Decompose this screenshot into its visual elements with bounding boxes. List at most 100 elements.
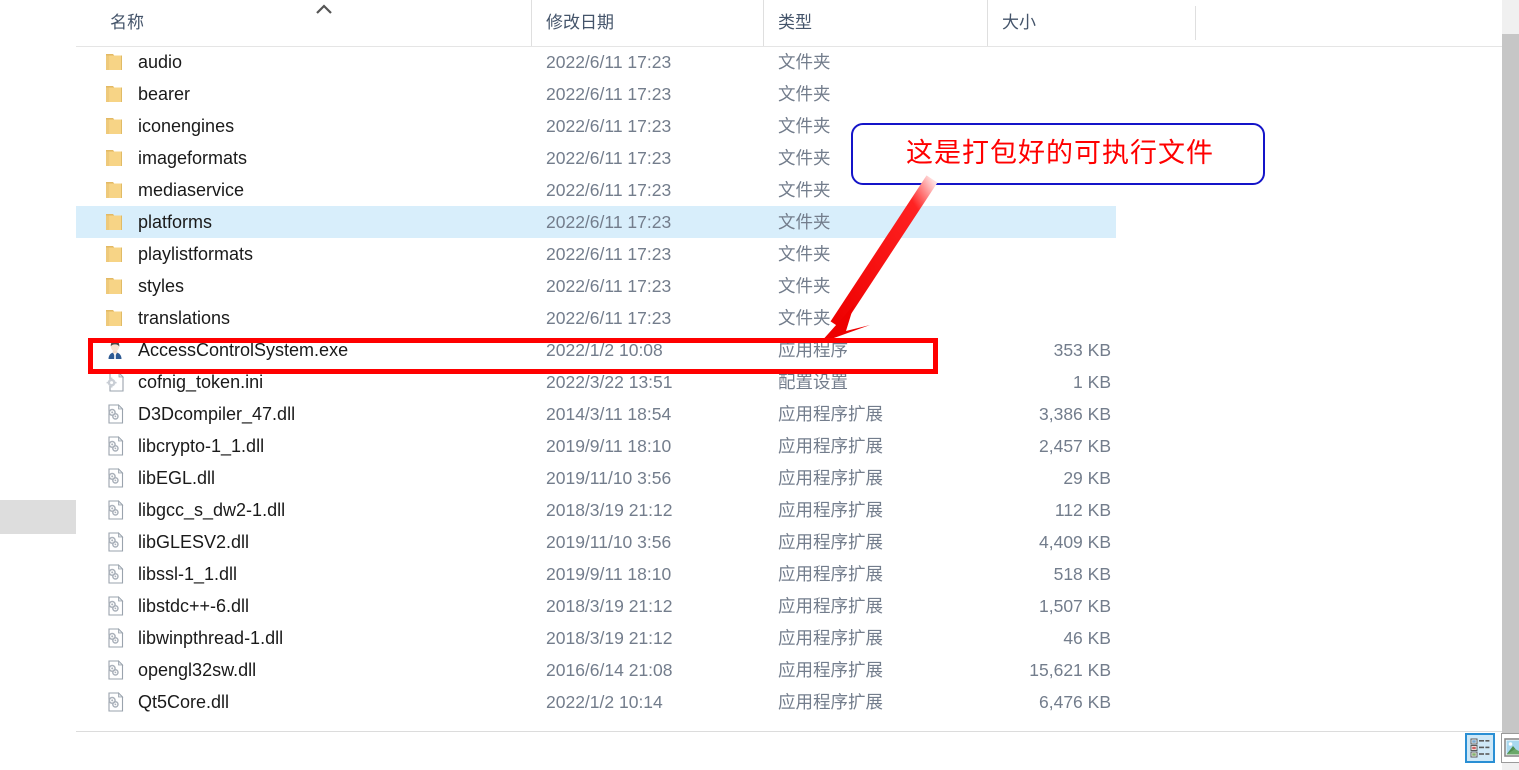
- file-size-cell: 112 KB: [1054, 500, 1111, 520]
- file-row[interactable]: bearer 2022/6/11 17:23 文件夹: [76, 78, 1116, 110]
- column-header-type[interactable]: 类型: [763, 0, 987, 46]
- file-date-cell: 2019/9/11 18:10: [546, 436, 672, 456]
- folder-icon: [104, 83, 128, 105]
- file-date-cell: 2016/6/14 21:08: [546, 660, 673, 680]
- ini-gear-icon: [104, 371, 128, 393]
- file-name-cell: libssl-1_1.dll: [138, 564, 238, 584]
- file-row[interactable]: libGLESV2.dll 2019/11/10 3:56 应用程序扩展 4,409 …: [76, 526, 1116, 558]
- file-name-cell: bearer: [138, 84, 191, 104]
- file-date-cell: 2022/1/2 10:08: [546, 340, 663, 360]
- file-row[interactable]: libgcc_s_dw2-1.dll 2018/3/19 21:12 应用程序扩展 1…: [76, 494, 1116, 526]
- file-size-cell: [976, 46, 1111, 78]
- file-date-cell: 2018/3/19 21:12: [546, 596, 673, 616]
- file-name-cell: libgcc_s_dw2-1.dll: [138, 500, 286, 520]
- file-name-cell: libwinpthread-1.dll: [138, 628, 284, 648]
- file-type-cell: 应用程序扩展: [778, 404, 883, 424]
- dll-icon: [104, 659, 128, 681]
- vertical-scrollbar-thumb[interactable]: [1502, 34, 1519, 734]
- file-name-cell: audio: [138, 52, 183, 72]
- file-row[interactable]: platforms 2022/6/11 17:23 文件夹: [76, 206, 1116, 238]
- file-type-cell: 应用程序扩展: [778, 596, 883, 616]
- file-size-cell: [976, 270, 1111, 302]
- file-name-cell: iconengines: [138, 116, 235, 136]
- file-size-cell: 15,621 KB: [1029, 660, 1111, 680]
- navigation-pane-fragment: [0, 500, 76, 534]
- file-type-cell: 文件夹: [778, 308, 831, 328]
- file-name-cell: libcrypto-1_1.dll: [138, 436, 265, 456]
- folder-icon: [104, 147, 128, 169]
- file-name-cell: opengl32sw.dll: [138, 660, 257, 680]
- file-row[interactable]: libcrypto-1_1.dll 2019/9/11 18:10 应用程序扩展 2,…: [76, 430, 1116, 462]
- file-row[interactable]: D3Dcompiler_47.dll 2014/3/11 18:54 应用程序扩展 3…: [76, 398, 1116, 430]
- file-row[interactable]: audio 2022/6/11 17:23 文件夹: [76, 46, 1116, 78]
- file-name-cell: libEGL.dll: [138, 468, 216, 488]
- dll-icon: [104, 691, 128, 713]
- file-name-cell: Qt5Core.dll: [138, 692, 230, 712]
- file-name-cell: platforms: [138, 212, 213, 232]
- file-type-cell: 应用程序扩展: [778, 532, 883, 552]
- dll-icon: [104, 531, 128, 553]
- dll-icon: [104, 435, 128, 457]
- left-gutter: [0, 0, 76, 770]
- dll-icon: [104, 499, 128, 521]
- file-row[interactable]: libwinpthread-1.dll 2018/3/19 21:12 应用程序扩展…: [76, 622, 1116, 654]
- file-date-cell: 2019/11/10 3:56: [546, 468, 672, 488]
- file-size-cell: 1 KB: [1073, 372, 1111, 392]
- file-type-cell: 应用程序: [778, 340, 848, 360]
- view-large-icons-button[interactable]: [1501, 733, 1519, 763]
- file-row[interactable]: libstdc++-6.dll 2018/3/19 21:12 应用程序扩展 1,50…: [76, 590, 1116, 622]
- file-type-cell: 文件夹: [778, 84, 831, 104]
- file-date-cell: 2022/6/11 17:23: [546, 52, 672, 72]
- dll-icon: [104, 403, 128, 425]
- file-list: audio 2022/6/11 17:23 文件夹 bearer 2022/6/11 1…: [76, 46, 1519, 718]
- file-name-cell: cofnig_token.ini: [138, 372, 264, 392]
- file-row[interactable]: opengl32sw.dll 2016/6/14 21:08 应用程序扩展 15,62…: [76, 654, 1116, 686]
- file-row[interactable]: libssl-1_1.dll 2019/9/11 18:10 应用程序扩展 518 K…: [76, 558, 1116, 590]
- file-size-cell: [976, 78, 1111, 110]
- file-size-cell: 1,507 KB: [1039, 596, 1111, 616]
- dll-icon: [104, 563, 128, 585]
- file-date-cell: 2014/3/11 18:54: [546, 404, 672, 424]
- folder-icon: [104, 115, 128, 137]
- file-name-cell: imageformats: [138, 148, 248, 168]
- column-header-row: 名称 修改日期 类型 大小: [76, 0, 1519, 47]
- vertical-scrollbar[interactable]: [1502, 0, 1519, 770]
- file-name-cell: styles: [138, 276, 185, 296]
- file-row[interactable]: libEGL.dll 2019/11/10 3:56 应用程序扩展 29 KB: [76, 462, 1116, 494]
- file-type-cell: 应用程序扩展: [778, 468, 883, 488]
- file-date-cell: 2019/11/10 3:56: [546, 532, 672, 552]
- file-row[interactable]: Qt5Core.dll 2022/1/2 10:14 应用程序扩展 6,476 KB: [76, 686, 1116, 718]
- column-header-name[interactable]: 名称: [96, 0, 531, 46]
- file-name-cell: mediaservice: [138, 180, 245, 200]
- file-size-cell: 518 KB: [1053, 564, 1111, 584]
- folder-icon: [104, 243, 128, 265]
- folder-icon: [104, 211, 128, 233]
- file-name-cell: translations: [138, 308, 231, 328]
- file-size-cell: 353 KB: [1053, 340, 1111, 360]
- file-row[interactable]: translations 2022/6/11 17:23 文件夹: [76, 302, 1116, 334]
- column-header-size[interactable]: 大小: [987, 0, 1195, 46]
- file-row[interactable]: styles 2022/6/11 17:23 文件夹: [76, 270, 1116, 302]
- file-type-cell: 应用程序扩展: [778, 692, 883, 712]
- file-row[interactable]: playlistformats 2022/6/11 17:23 文件夹: [76, 238, 1116, 270]
- folder-icon: [104, 307, 128, 329]
- file-type-cell: 应用程序扩展: [778, 436, 883, 456]
- file-type-cell: 文件夹: [778, 212, 831, 232]
- person-app-icon: [104, 339, 128, 361]
- file-type-cell: 文件夹: [778, 244, 831, 264]
- file-size-cell: 46 KB: [1063, 628, 1111, 648]
- file-size-cell: 3,386 KB: [1039, 404, 1111, 424]
- file-size-cell: [976, 206, 1111, 238]
- file-date-cell: 2022/1/2 10:14: [546, 692, 663, 712]
- file-row[interactable]: cofnig_token.ini 2022/3/22 13:51 配置设置 1 KB: [76, 366, 1116, 398]
- file-size-cell: 29 KB: [1063, 468, 1111, 488]
- file-name-cell: playlistformats: [138, 244, 254, 264]
- folder-icon: [104, 275, 128, 297]
- file-size-cell: 6,476 KB: [1039, 692, 1111, 712]
- file-date-cell: 2022/6/11 17:23: [546, 180, 672, 200]
- file-type-cell: 文件夹: [778, 52, 831, 72]
- file-type-cell: 应用程序扩展: [778, 628, 883, 648]
- file-row[interactable]: AccessControlSystem.exe 2022/1/2 10:08 应用程…: [76, 334, 1116, 366]
- column-header-date-modified[interactable]: 修改日期: [531, 0, 763, 46]
- view-details-button[interactable]: [1465, 733, 1495, 763]
